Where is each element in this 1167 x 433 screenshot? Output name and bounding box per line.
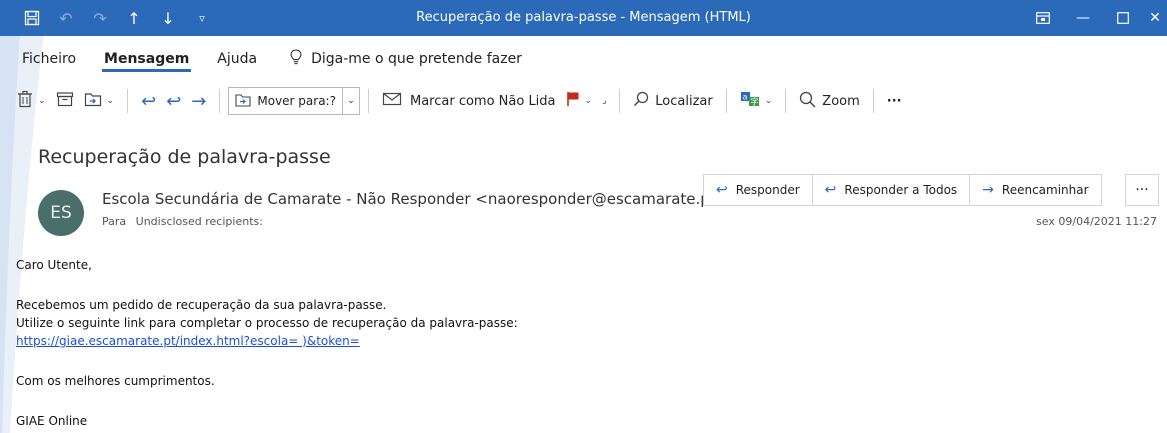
svg-text:a: a xyxy=(742,93,747,102)
archive-icon xyxy=(56,91,74,111)
recipients: Undisclosed recipients: xyxy=(135,215,263,228)
divider xyxy=(219,89,221,113)
translate-button[interactable]: a字 ⌄ xyxy=(735,86,778,116)
svg-text:字: 字 xyxy=(750,97,758,107)
tab-file[interactable]: Ficheiro xyxy=(18,44,80,74)
tell-me-label: Diga-me o que pretende fazer xyxy=(311,51,522,67)
divider xyxy=(619,89,621,113)
delete-button[interactable]: ⌄ xyxy=(12,86,51,116)
reply-button[interactable]: ↩ Responder xyxy=(703,174,813,206)
folder-move-icon xyxy=(235,93,251,110)
mark-unread-button[interactable]: Marcar como Não Lida xyxy=(377,86,561,116)
body-line: Recebemos um pedido de recuperação da su… xyxy=(16,298,387,312)
message-datetime: sex 09/04/2021 11:27 xyxy=(1036,215,1157,228)
window-controls: — ✕ xyxy=(1023,0,1167,36)
move-to-dropdown[interactable]: ⌄ xyxy=(342,87,360,115)
maximize-icon[interactable] xyxy=(1103,0,1143,36)
divider xyxy=(367,89,369,113)
move-to-button[interactable]: Mover para:? xyxy=(228,87,343,115)
flag-button[interactable]: ⌄ xyxy=(561,86,598,116)
trash-icon xyxy=(17,90,33,112)
forward-label: Reencaminhar xyxy=(1001,183,1089,197)
flag-icon xyxy=(566,91,580,111)
ribbon-toolbar: ⌄ ⌄ ↩ ↩ → Mover para:? ⌄ Marcar como Não… xyxy=(0,84,1167,118)
forward-icon: → xyxy=(982,182,994,198)
body-line: Utilize o seguinte link para completar o… xyxy=(16,316,518,330)
minimize-icon[interactable]: — xyxy=(1063,0,1103,36)
reply-all-icon[interactable]: ↩ xyxy=(161,86,186,116)
message-actions: ↩ Responder ↩ Responder a Todos → Reenca… xyxy=(703,174,1102,206)
zoom-button[interactable]: Zoom xyxy=(794,86,864,116)
lightbulb-icon xyxy=(289,49,303,69)
closing: Com os melhores cumprimentos. xyxy=(16,374,215,388)
move-to-label: Mover para:? xyxy=(257,94,336,108)
move-to-folder-icon xyxy=(84,91,102,111)
customize-toolbar-icon[interactable]: ▿ xyxy=(192,8,212,28)
dialog-launcher-icon[interactable]: ⌟ xyxy=(597,86,611,118)
reply-icon: ↩ xyxy=(716,182,728,198)
greeting: Caro Utente, xyxy=(16,258,92,272)
save-icon[interactable] xyxy=(22,8,42,28)
quick-access-toolbar: ↶ ↷ ↑ ↓ ▿ xyxy=(22,8,212,28)
chevron-down-icon[interactable]: ⌄ xyxy=(765,96,773,106)
chevron-down-icon[interactable]: ⌄ xyxy=(38,96,46,106)
avatar[interactable]: ES xyxy=(38,190,84,236)
sender-address[interactable]: Escola Secundária de Camarate - Não Resp… xyxy=(102,190,728,208)
divider xyxy=(127,89,129,113)
reply-label: Responder xyxy=(735,183,800,197)
chevron-down-icon[interactable]: ⌄ xyxy=(585,96,593,106)
reply-all-label: Responder a Todos xyxy=(844,183,958,197)
ribbon-tabs: Ficheiro Mensagem Ajuda Diga-me o que pr… xyxy=(0,44,522,74)
envelope-icon xyxy=(382,91,402,111)
redo-icon[interactable]: ↷ xyxy=(90,8,110,28)
chevron-down-icon[interactable]: ⌄ xyxy=(107,96,115,106)
zoom-label: Zoom xyxy=(822,93,860,109)
move-folder-button[interactable]: ⌄ xyxy=(79,86,120,116)
more-commands-button[interactable]: ··· xyxy=(882,86,907,116)
find-label: Localizar xyxy=(655,93,713,109)
reply-all-icon: ↩ xyxy=(824,182,837,198)
archive-button[interactable] xyxy=(51,86,79,116)
ribbon-display-options-icon[interactable] xyxy=(1023,0,1063,36)
zoom-icon xyxy=(799,91,816,112)
divider xyxy=(872,89,874,113)
tab-message[interactable]: Mensagem xyxy=(100,44,193,74)
message-subject: Recuperação de palavra-passe xyxy=(38,146,331,168)
title-bar: ↶ ↷ ↑ ↓ ▿ Recuperação de palavra-passe -… xyxy=(0,0,1167,36)
to-label: Para xyxy=(102,215,127,228)
mark-unread-label: Marcar como Não Lida xyxy=(409,93,556,109)
close-icon[interactable]: ✕ xyxy=(1143,0,1167,36)
message-body: Caro Utente, Recebemos um pedido de recu… xyxy=(16,256,518,430)
divider xyxy=(725,89,727,113)
divider xyxy=(785,89,787,113)
previous-item-icon[interactable]: ↑ xyxy=(124,8,144,28)
tell-me-search[interactable]: Diga-me o que pretende fazer xyxy=(289,49,522,69)
more-actions-button[interactable]: ··· xyxy=(1125,174,1159,206)
forward-button[interactable]: → Reencaminhar xyxy=(969,174,1102,206)
search-icon xyxy=(633,91,649,111)
reply-icon[interactable]: ↩ xyxy=(136,86,161,116)
recipients-line: Para Undisclosed recipients: xyxy=(102,215,263,228)
recovery-link[interactable]: https://giae.escamarate.pt/index.html?es… xyxy=(16,334,360,348)
find-button[interactable]: Localizar xyxy=(628,86,717,116)
translate-icon: a字 xyxy=(740,91,760,111)
next-item-icon[interactable]: ↓ xyxy=(158,8,178,28)
undo-icon[interactable]: ↶ xyxy=(56,8,76,28)
reply-all-button[interactable]: ↩ Responder a Todos xyxy=(811,174,971,206)
forward-icon[interactable]: → xyxy=(186,86,211,116)
tab-help[interactable]: Ajuda xyxy=(213,44,261,74)
signature: GIAE Online xyxy=(16,414,88,428)
